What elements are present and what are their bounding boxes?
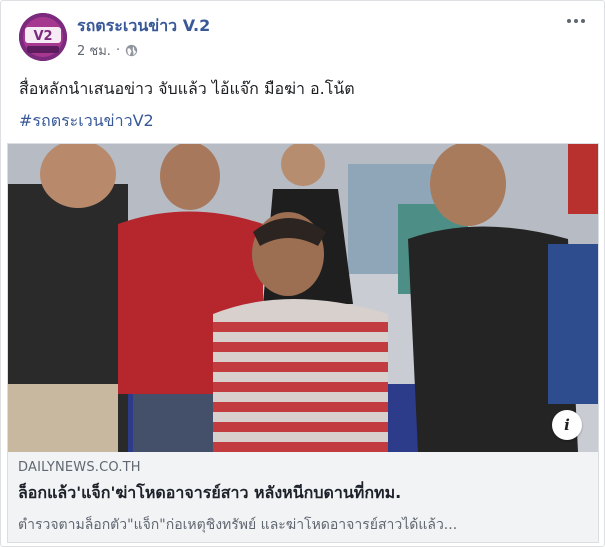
info-icon[interactable]: i — [552, 410, 582, 440]
hashtag-link[interactable]: #รถตระเวนข่าวV2 — [19, 109, 154, 134]
page-avatar[interactable]: V2 — [19, 13, 67, 61]
avatar-logo: V2 — [19, 13, 67, 61]
news-photo[interactable]: i — [8, 144, 598, 452]
post-timestamp[interactable]: 2 ชม. — [77, 40, 111, 61]
svg-text:V2: V2 — [33, 29, 52, 44]
post-text: สื่อหลักนำเสนอข่าว จับแล้ว ไอ้แจ๊ก มือฆ่… — [19, 79, 355, 98]
link-headline[interactable]: ล็อกแล้ว'แจ็ก'ฆ่าโหดอาจารย์สาว หลังหนีกบ… — [18, 481, 590, 506]
link-domain: DAILYNEWS.CO.TH — [18, 460, 141, 475]
page-name[interactable]: รถตระเวนข่าว V.2 — [77, 14, 210, 39]
post-meta: 2 ชม. · — [77, 40, 138, 61]
link-description: ตำรวจตามล็อกตัว"แจ็ก"ก่อเหตุชิงทรัพย์ แล… — [18, 517, 458, 533]
facebook-post: V2 รถตระเวนข่าว V.2 2 ชม. · สื่อหลักนำเส… — [0, 0, 605, 547]
link-preview-text[interactable]: DAILYNEWS.CO.TH ล็อกแล้ว'แจ็ก'ฆ่าโหดอาจา… — [18, 460, 590, 536]
globe-icon[interactable] — [125, 44, 138, 57]
link-preview-card[interactable]: i DAILYNEWS.CO.TH ล็อกแล้ว'แจ็ก'ฆ่าโหดอา… — [7, 143, 599, 543]
more-options-icon[interactable] — [564, 11, 588, 31]
news-photo-illustration — [8, 144, 598, 452]
